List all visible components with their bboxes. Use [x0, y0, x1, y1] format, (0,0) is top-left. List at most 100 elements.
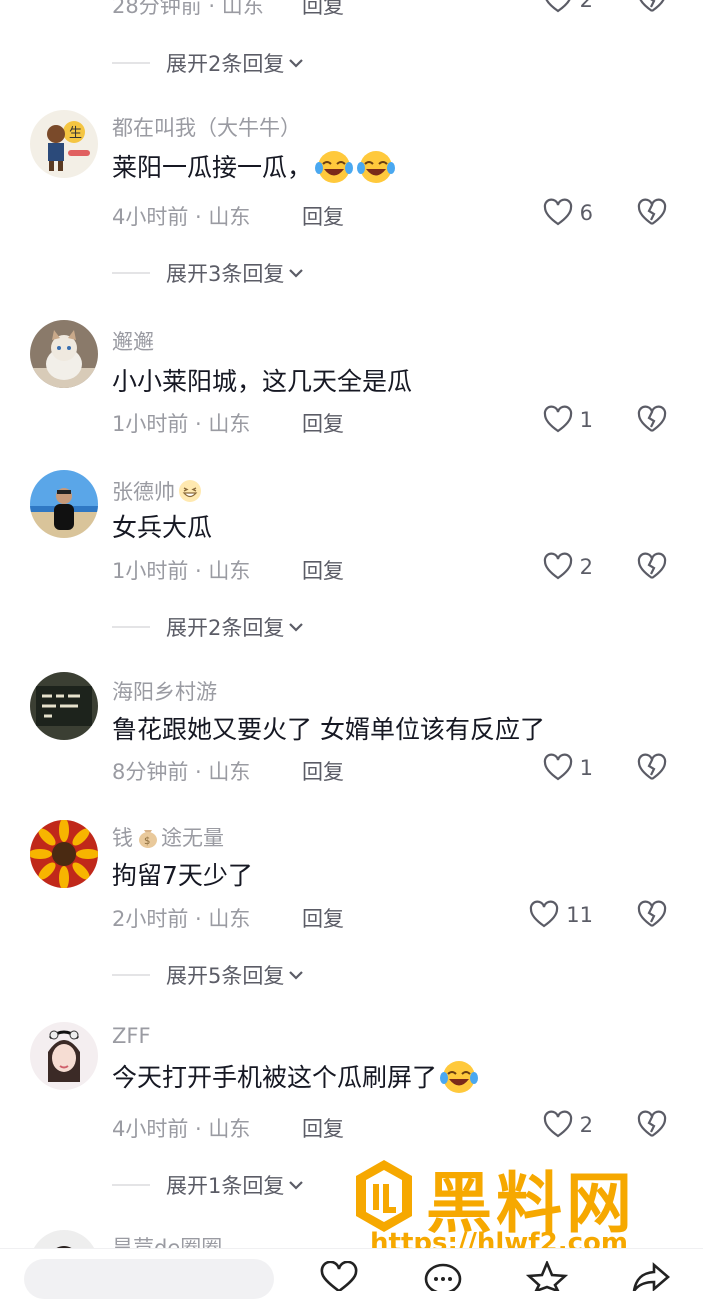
divider: [112, 626, 150, 628]
heart-icon: [543, 198, 572, 226]
heart-icon: [543, 753, 572, 781]
expand-replies[interactable]: 展开2条回复: [112, 610, 306, 644]
comment-meta: 28分钟前 · 山东: [112, 0, 264, 18]
heart-icon: [544, 0, 571, 13]
comment-text: 鲁花跟她又要火了 女婿单位该有反应了: [112, 715, 545, 744]
comment-feed: 28分钟前 · 山东 回复 2 展开2条回复 生 都在叫我（大牛牛） 莱阳一瓜接…: [0, 0, 703, 1248]
heart-icon: [543, 405, 572, 433]
comment-text: 拘留7天少了: [112, 861, 253, 890]
divider: [112, 272, 150, 274]
comment-text-body: 今天打开手机被这个瓜刷屏了: [112, 1063, 438, 1092]
avatar[interactable]: [30, 1022, 98, 1090]
like-count: 1: [579, 408, 593, 432]
star-icon[interactable]: [526, 1261, 568, 1291]
comment-meta: 1小时前 · 山东: [112, 412, 251, 436]
like-count: 6: [579, 201, 593, 225]
laugh-cry-emoji: [440, 1061, 479, 1093]
laugh-cry-emoji: [315, 151, 354, 183]
reply-button[interactable]: 回复: [302, 0, 344, 20]
laugh-cry-emoji: [357, 151, 396, 183]
heart-icon: [543, 1110, 572, 1138]
username[interactable]: 张德帅: [112, 476, 203, 506]
username[interactable]: 钱 $ 途无量: [112, 822, 224, 852]
expand-label: 展开2条回复: [166, 616, 285, 640]
avatar[interactable]: [30, 672, 98, 740]
like-count: 1: [579, 756, 593, 780]
comment-text: 女兵大瓜: [112, 513, 213, 542]
reply-button[interactable]: 回复: [302, 201, 344, 231]
watermark-logo-icon: [356, 1160, 412, 1232]
chevron-down-icon: [289, 59, 304, 68]
username[interactable]: 邂邂: [112, 326, 154, 356]
username[interactable]: ZFF: [112, 1024, 151, 1048]
like-count: 2: [579, 1113, 593, 1137]
share-icon[interactable]: [630, 1261, 672, 1291]
reply-button[interactable]: 回复: [302, 555, 344, 585]
avatar[interactable]: 生: [30, 110, 98, 178]
svg-text:$: $: [144, 836, 150, 847]
like-button[interactable]: 6: [542, 197, 593, 229]
expand-replies[interactable]: 展开3条回复: [112, 256, 306, 290]
divider: [112, 974, 150, 976]
like-button[interactable]: 2: [542, 1109, 593, 1141]
expand-label: 展开2条回复: [166, 52, 285, 76]
comment-icon[interactable]: [422, 1261, 464, 1291]
expand-replies[interactable]: 展开2条回复: [112, 46, 306, 80]
comment-meta: 1小时前 · 山东: [112, 559, 251, 583]
heart-icon: [530, 900, 559, 928]
username[interactable]: 海阳乡村游: [112, 676, 217, 706]
username-text: 途无量: [161, 826, 224, 850]
comment-text: 今天打开手机被这个瓜刷屏了: [112, 1056, 479, 1096]
comment-text-body: 莱阳一瓜接一瓜，: [112, 153, 313, 182]
comment-meta: 4小时前 · 山东: [112, 1117, 251, 1141]
chevron-down-icon: [289, 971, 304, 980]
like-count: 11: [566, 903, 593, 927]
like-button[interactable]: 2: [542, 551, 593, 583]
heart-icon: [543, 552, 572, 580]
chevron-down-icon: [289, 623, 304, 632]
like-button[interactable]: 11: [528, 899, 593, 931]
broken-heart-icon[interactable]: [636, 899, 668, 931]
bottom-bar: [0, 1248, 703, 1299]
comment-meta: 4小时前 · 山东: [112, 205, 251, 229]
reply-button[interactable]: 回复: [302, 1113, 344, 1143]
broken-heart-icon[interactable]: [636, 404, 668, 436]
divider: [112, 1184, 150, 1186]
comment-meta: 2小时前 · 山东: [112, 907, 251, 931]
like-button[interactable]: 1: [542, 752, 593, 784]
like-count: 2: [579, 0, 593, 12]
comment-text: 小小莱阳城，这几天全是瓜: [112, 367, 413, 396]
comment-meta: 8分钟前 · 山东: [112, 760, 251, 784]
broken-heart-icon[interactable]: [636, 197, 668, 229]
expand-replies[interactable]: 展开5条回复: [112, 958, 306, 992]
reply-button[interactable]: 回复: [302, 408, 344, 438]
like-button[interactable]: 2: [542, 0, 593, 16]
broken-heart-icon[interactable]: [636, 752, 668, 784]
expand-label: 展开5条回复: [166, 964, 285, 988]
avatar[interactable]: [30, 320, 98, 388]
username-text: 钱: [112, 826, 133, 850]
comment-text: 莱阳一瓜接一瓜，: [112, 146, 396, 186]
avatar[interactable]: [30, 470, 98, 538]
username[interactable]: 昙荳de圈圈: [112, 1232, 222, 1248]
broken-heart-icon[interactable]: [636, 0, 668, 16]
expand-replies[interactable]: 展开1条回复: [112, 1168, 306, 1202]
avatar[interactable]: [30, 820, 98, 888]
like-button[interactable]: 1: [542, 404, 593, 436]
svg-text:生: 生: [69, 126, 82, 141]
username[interactable]: 都在叫我（大牛牛）: [112, 112, 301, 142]
username-text: 张德帅: [112, 480, 175, 504]
grin-emoji: [179, 480, 201, 502]
heart-icon[interactable]: [318, 1261, 360, 1291]
broken-heart-icon[interactable]: [636, 551, 668, 583]
reply-button[interactable]: 回复: [302, 756, 344, 786]
like-count: 2: [579, 555, 593, 579]
expand-label: 展开3条回复: [166, 262, 285, 286]
comment-input[interactable]: [24, 1259, 274, 1299]
expand-label: 展开1条回复: [166, 1174, 285, 1198]
chevron-down-icon: [289, 1181, 304, 1190]
broken-heart-icon[interactable]: [636, 1109, 668, 1141]
divider: [112, 62, 150, 64]
reply-button[interactable]: 回复: [302, 903, 344, 933]
avatar[interactable]: [30, 1230, 98, 1248]
